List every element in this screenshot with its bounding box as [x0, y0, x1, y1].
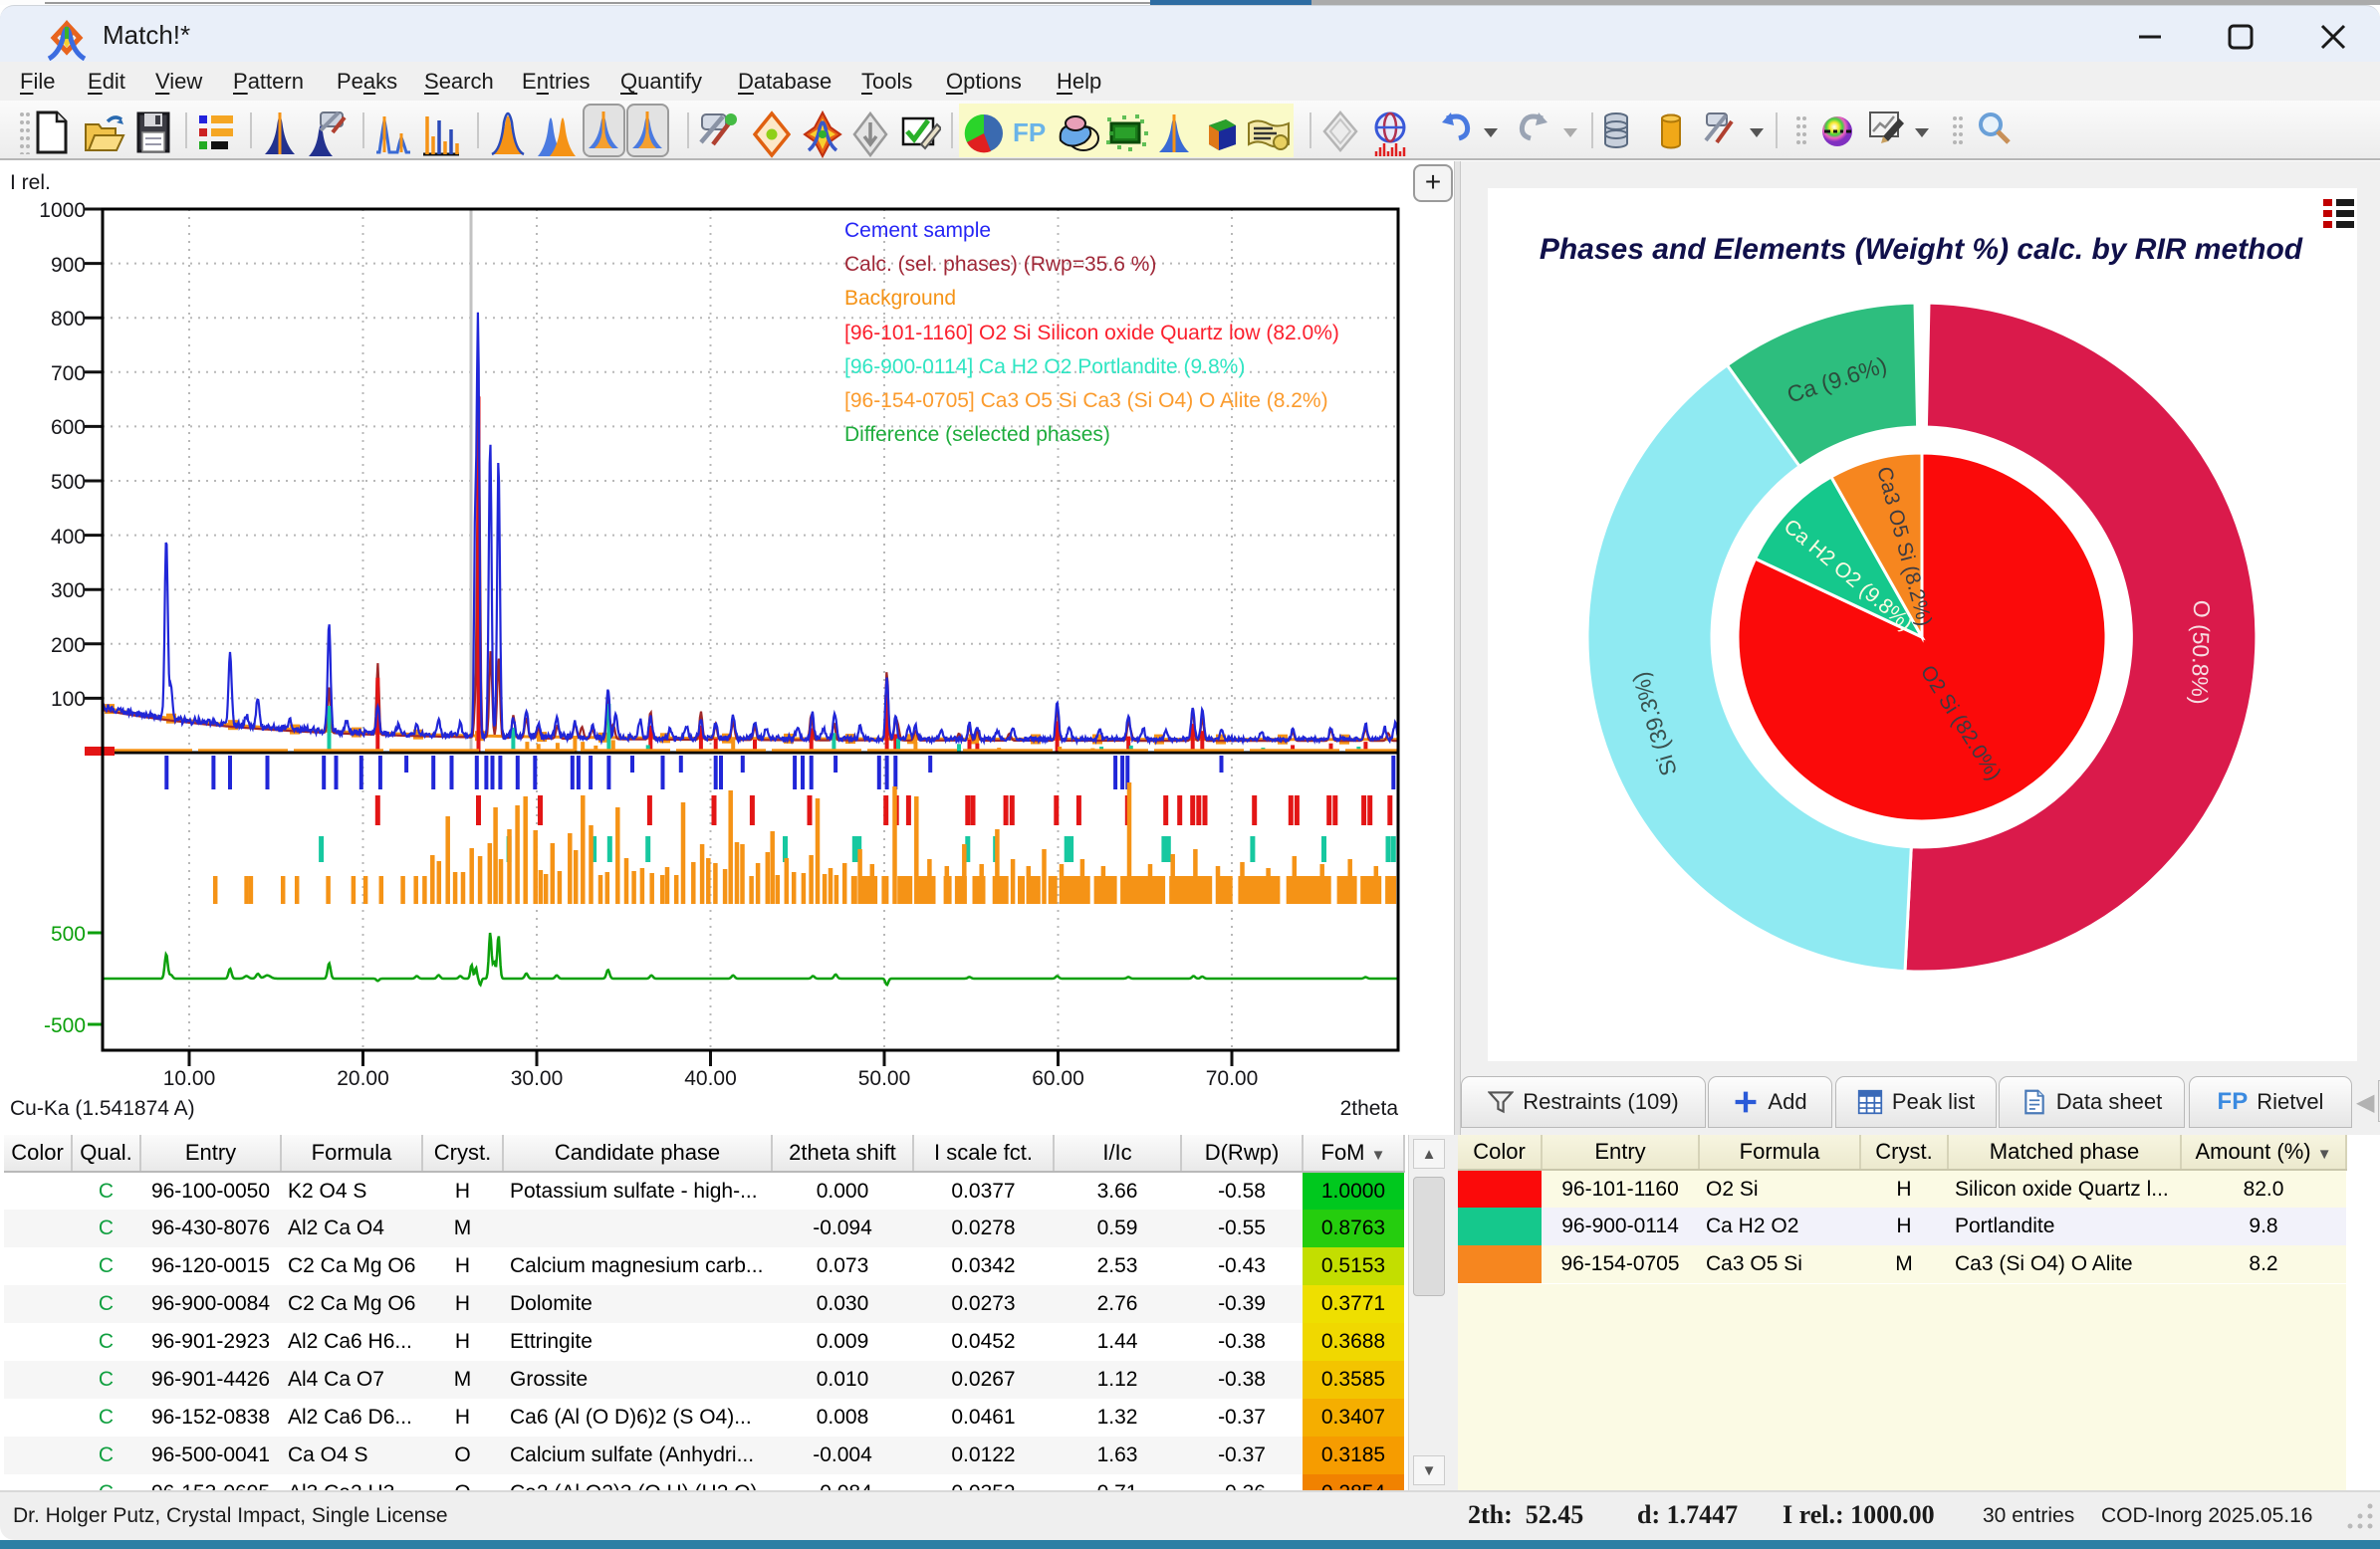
svg-text:1000: 1000: [39, 199, 86, 222]
svg-text:[96-101-1160] O2 Si Silicon ox: [96-101-1160] O2 Si Silicon oxide Quartz…: [844, 322, 1339, 344]
svg-text:2theta: 2theta: [1340, 1097, 1399, 1120]
svg-text:Calc. (sel. phases) (Rwp=35.6: Calc. (sel. phases) (Rwp=35.6 %): [844, 253, 1156, 276]
svg-text:30.00: 30.00: [511, 1067, 564, 1090]
svg-text:800: 800: [51, 308, 86, 331]
svg-text:20.00: 20.00: [337, 1067, 389, 1090]
svg-text:300: 300: [51, 579, 86, 602]
svg-text:Phases and Elements (Weight %): Phases and Elements (Weight %) calc. by …: [1540, 233, 2303, 266]
svg-text:500: 500: [51, 923, 86, 946]
svg-text:50.00: 50.00: [858, 1067, 911, 1090]
svg-text:900: 900: [51, 254, 86, 277]
svg-text:700: 700: [51, 362, 86, 385]
svg-text:-500: -500: [44, 1014, 86, 1037]
svg-text:500: 500: [51, 471, 86, 494]
svg-text:[96-900-0114] Ca H2 O2 Portlan: [96-900-0114] Ca H2 O2 Portlandite (9.8%…: [844, 355, 1245, 378]
svg-text:10.00: 10.00: [163, 1067, 216, 1090]
svg-text:400: 400: [51, 526, 86, 549]
svg-text:60.00: 60.00: [1032, 1067, 1084, 1090]
svg-text:Difference (selected phases): Difference (selected phases): [844, 423, 1110, 446]
svg-text:70.00: 70.00: [1206, 1067, 1259, 1090]
svg-text:I rel.: I rel.: [10, 171, 51, 194]
svg-text:Background: Background: [844, 287, 956, 310]
svg-text:200: 200: [51, 634, 86, 657]
svg-text:[96-154-0705] Ca3 O5 Si Ca3 (S: [96-154-0705] Ca3 O5 Si Ca3 (Si O4) O Al…: [844, 389, 1328, 412]
svg-text:O (50.8%): O (50.8%): [2187, 599, 2216, 704]
svg-text:600: 600: [51, 416, 86, 439]
svg-text:40.00: 40.00: [684, 1067, 737, 1090]
svg-text:100: 100: [51, 688, 86, 711]
svg-text:Cement sample: Cement sample: [844, 219, 991, 242]
svg-text:Cu-Ka (1.541874 A): Cu-Ka (1.541874 A): [10, 1097, 195, 1120]
